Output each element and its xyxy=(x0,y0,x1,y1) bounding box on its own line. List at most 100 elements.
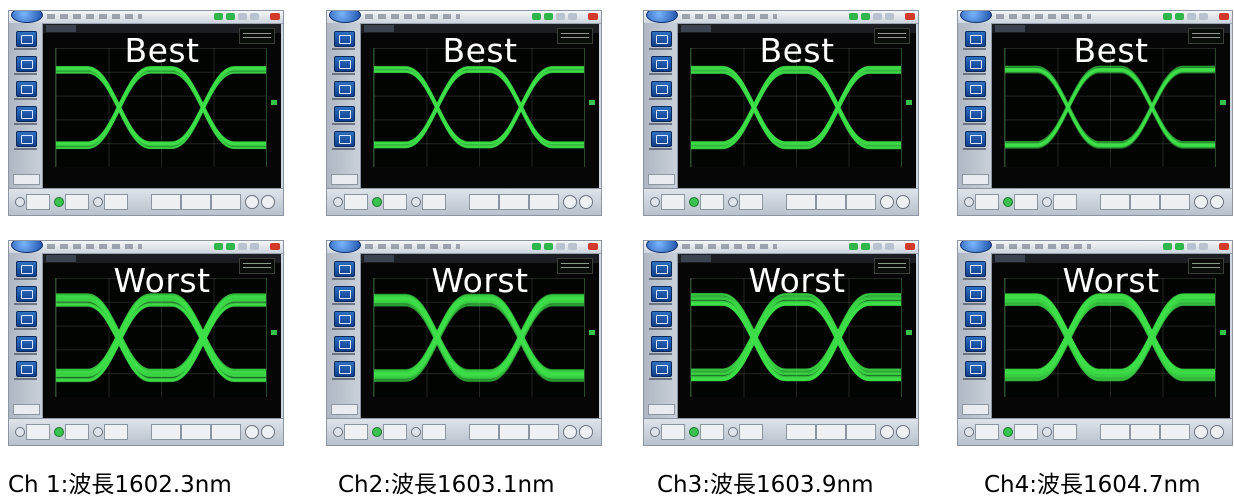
single-button[interactable] xyxy=(544,13,553,20)
sidebar-bottom-button[interactable] xyxy=(962,174,989,185)
window-titlebar[interactable] xyxy=(9,11,283,24)
scaling-icon[interactable] xyxy=(965,336,986,352)
scaling-icon[interactable] xyxy=(651,106,672,122)
scaling-icon[interactable] xyxy=(16,336,37,352)
window-titlebar[interactable] xyxy=(958,11,1232,24)
tab-waveform[interactable] xyxy=(995,255,1025,262)
channel-toggle[interactable] xyxy=(728,197,738,207)
close-icon[interactable] xyxy=(588,13,598,20)
channel-toggle[interactable] xyxy=(728,427,738,437)
window-titlebar[interactable] xyxy=(644,11,918,24)
channel-setting[interactable] xyxy=(739,194,763,210)
acquisition-setting[interactable] xyxy=(181,424,211,440)
maximize-button[interactable] xyxy=(885,13,894,20)
minimize-button[interactable] xyxy=(556,243,565,250)
histogram-icon[interactable] xyxy=(16,81,37,97)
channel-toggle[interactable] xyxy=(650,197,660,207)
close-icon[interactable] xyxy=(905,13,915,20)
channel-setting[interactable] xyxy=(344,194,368,210)
run-button[interactable] xyxy=(214,13,223,20)
channel-toggle[interactable] xyxy=(372,427,382,437)
channel-toggle[interactable] xyxy=(689,197,699,207)
close-icon[interactable] xyxy=(270,13,280,20)
timebase-setting[interactable] xyxy=(151,194,181,210)
menu-bar[interactable] xyxy=(996,14,1091,19)
acquisition-setting[interactable] xyxy=(499,194,529,210)
channel-setting[interactable] xyxy=(422,194,446,210)
channel-toggle[interactable] xyxy=(650,427,660,437)
menu-bar[interactable] xyxy=(996,244,1091,249)
channel-setting[interactable] xyxy=(422,424,446,440)
channel-toggle[interactable] xyxy=(1042,427,1052,437)
measure-icon[interactable] xyxy=(334,261,355,277)
maximize-button[interactable] xyxy=(568,13,577,20)
marker-icon[interactable] xyxy=(334,286,355,302)
trigger-setting[interactable] xyxy=(211,424,241,440)
minimize-button[interactable] xyxy=(873,243,882,250)
channel-toggle[interactable] xyxy=(54,427,64,437)
channel-setting[interactable] xyxy=(661,424,685,440)
level-marker[interactable] xyxy=(906,330,912,335)
overview-icon[interactable] xyxy=(16,361,37,377)
run-button[interactable] xyxy=(849,13,858,20)
acquisition-setting[interactable] xyxy=(499,424,529,440)
menu-bar[interactable] xyxy=(682,14,777,19)
run-button[interactable] xyxy=(214,243,223,250)
maximize-button[interactable] xyxy=(250,243,259,250)
histogram-icon[interactable] xyxy=(651,81,672,97)
tab-waveform[interactable] xyxy=(995,25,1025,32)
single-button[interactable] xyxy=(544,243,553,250)
channel-toggle[interactable] xyxy=(1042,197,1052,207)
close-icon[interactable] xyxy=(1219,13,1229,20)
channel-toggle[interactable] xyxy=(689,427,699,437)
trigger-setting[interactable] xyxy=(529,194,559,210)
channel-toggle[interactable] xyxy=(15,197,25,207)
minimize-button[interactable] xyxy=(556,13,565,20)
overview-icon[interactable] xyxy=(334,361,355,377)
level-marker[interactable] xyxy=(589,100,595,105)
clear-icon[interactable] xyxy=(261,425,275,439)
menu-bar[interactable] xyxy=(47,244,142,249)
overview-icon[interactable] xyxy=(965,361,986,377)
histogram-icon[interactable] xyxy=(965,81,986,97)
channel-toggle[interactable] xyxy=(372,197,382,207)
tab-waveform[interactable] xyxy=(681,25,711,32)
timebase-setting[interactable] xyxy=(469,194,499,210)
clear-icon[interactable] xyxy=(579,195,593,209)
marker-icon[interactable] xyxy=(965,56,986,72)
overview-icon[interactable] xyxy=(965,131,986,147)
channel-setting[interactable] xyxy=(1014,424,1038,440)
window-titlebar[interactable] xyxy=(644,241,918,254)
window-titlebar[interactable] xyxy=(958,241,1232,254)
single-button[interactable] xyxy=(226,243,235,250)
trigger-setting[interactable] xyxy=(846,424,876,440)
level-marker[interactable] xyxy=(1220,330,1226,335)
run-button[interactable] xyxy=(1163,243,1172,250)
channel-toggle[interactable] xyxy=(15,427,25,437)
channel-setting[interactable] xyxy=(344,424,368,440)
sidebar-bottom-button[interactable] xyxy=(648,174,675,185)
trigger-setting[interactable] xyxy=(529,424,559,440)
channel-setting[interactable] xyxy=(383,424,407,440)
tab-waveform[interactable] xyxy=(681,255,711,262)
channel-setting[interactable] xyxy=(1053,194,1077,210)
sidebar-bottom-button[interactable] xyxy=(331,174,358,185)
trigger-setting[interactable] xyxy=(1160,424,1190,440)
measure-icon[interactable] xyxy=(16,261,37,277)
single-button[interactable] xyxy=(1175,243,1184,250)
run-stop-icon[interactable] xyxy=(245,195,259,209)
tab-waveform[interactable] xyxy=(46,25,76,32)
run-stop-icon[interactable] xyxy=(245,425,259,439)
run-stop-icon[interactable] xyxy=(1194,425,1208,439)
level-marker[interactable] xyxy=(1220,100,1226,105)
close-icon[interactable] xyxy=(588,243,598,250)
sidebar-bottom-button[interactable] xyxy=(331,404,358,415)
channel-toggle[interactable] xyxy=(333,197,343,207)
sidebar-bottom-button[interactable] xyxy=(13,174,40,185)
level-marker[interactable] xyxy=(906,100,912,105)
menu-bar[interactable] xyxy=(682,244,777,249)
clear-icon[interactable] xyxy=(261,195,275,209)
timebase-setting[interactable] xyxy=(469,424,499,440)
channel-setting[interactable] xyxy=(975,194,999,210)
channel-setting[interactable] xyxy=(26,424,50,440)
